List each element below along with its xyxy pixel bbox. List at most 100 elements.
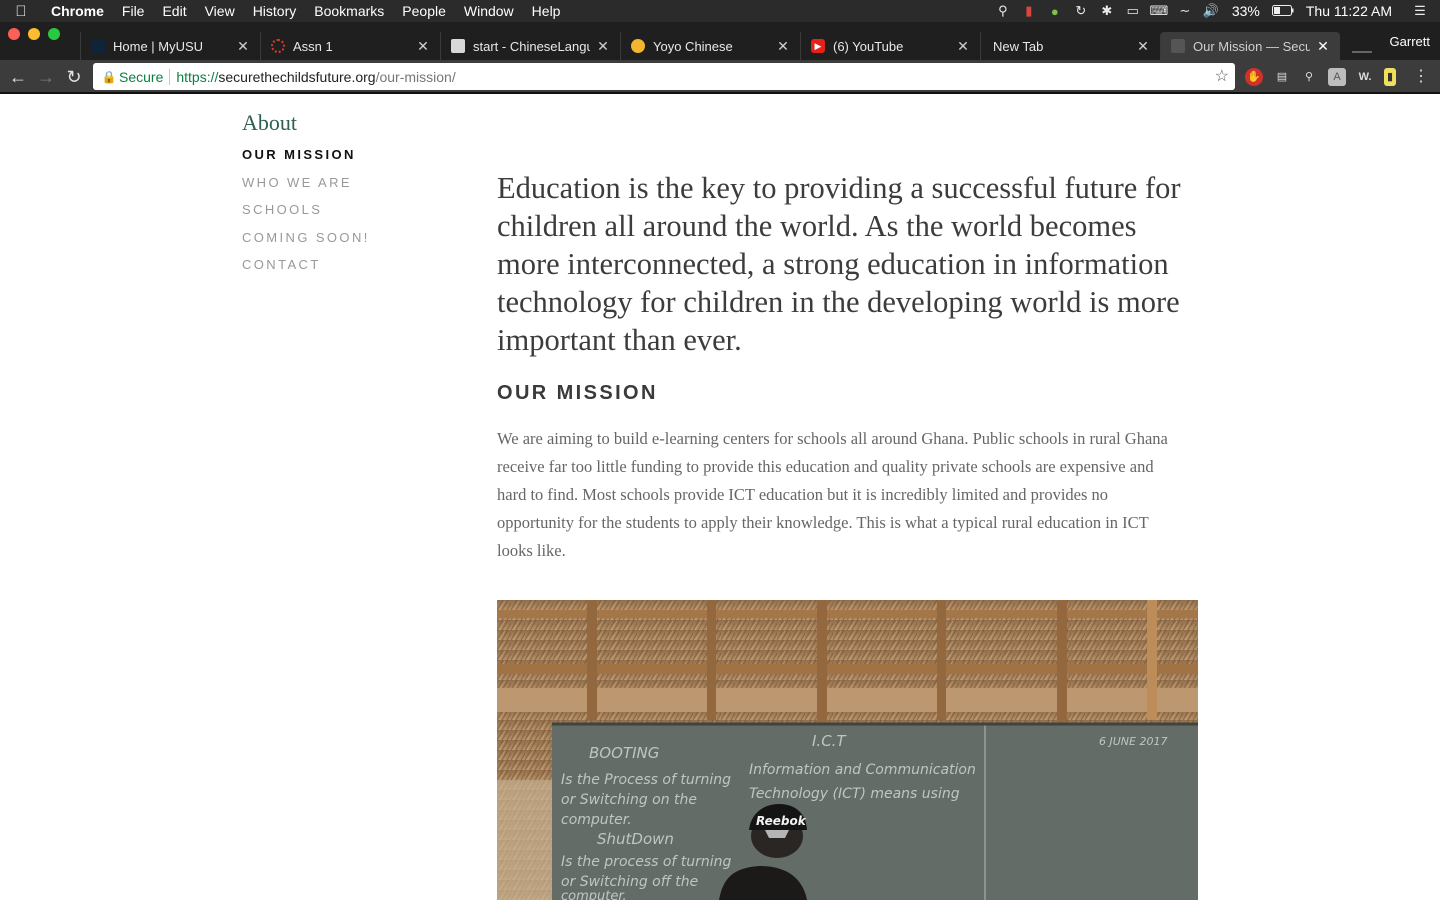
profile-name[interactable]: Garrett <box>1390 34 1430 49</box>
macos-menubar:  Chrome File Edit View History Bookmark… <box>0 0 1440 22</box>
blackboard-line: Technology (ICT) means using <box>749 786 960 802</box>
volume-icon[interactable]: 🔊 <box>1198 3 1224 19</box>
browser-toolbar: ← → ↻ 🔒 Secure https:// securethechildsf… <box>0 60 1440 94</box>
yoyo-favicon-icon <box>631 39 645 53</box>
blackboard-line: or Switching on the <box>561 792 697 808</box>
blackboard-line: computer. <box>561 889 627 900</box>
sidebar-title[interactable]: About <box>242 110 297 136</box>
blackboard-line: Is the Process of turning <box>561 772 731 788</box>
menu-help[interactable]: Help <box>523 0 570 22</box>
menu-people[interactable]: People <box>393 0 455 22</box>
tab-label: New Tab <box>993 38 1044 54</box>
url-scheme: https:// <box>176 68 219 85</box>
address-bar[interactable]: 🔒 Secure https:// securethechildsfuture.… <box>93 63 1235 90</box>
apple-menu-icon[interactable]:  <box>0 3 42 20</box>
section-heading: Our Mission <box>497 382 658 404</box>
menu-edit[interactable]: Edit <box>153 0 195 22</box>
menu-bookmarks[interactable]: Bookmarks <box>305 0 393 22</box>
tab-start-chinese[interactable]: start - ChineseLangua ✕ <box>440 32 620 60</box>
chrome-menu-icon[interactable]: ⋮ <box>1412 68 1430 86</box>
mission-body-text: We are aiming to build e-learning center… <box>497 429 1168 560</box>
wiki-favicon-icon <box>451 39 465 53</box>
blackboard-line: Is the process of turning <box>561 854 732 870</box>
adblock-extension-icon[interactable]: ✋ <box>1245 68 1263 86</box>
close-tab-icon[interactable]: ✕ <box>956 38 970 55</box>
site-favicon-icon <box>1171 39 1185 53</box>
close-tab-icon[interactable]: ✕ <box>776 38 790 55</box>
tab-label: Home | MyUSU <box>113 38 204 54</box>
blackboard-line: I.C.T <box>812 732 847 750</box>
tab-assn-1[interactable]: Assn 1 ✕ <box>260 32 440 60</box>
wifi-icon[interactable]: ∼ <box>1172 3 1198 19</box>
sidebar-item-who-we-are[interactable]: Who We Are <box>242 175 370 204</box>
tab-new-tab[interactable]: New Tab ✕ <box>980 32 1160 60</box>
evernote-icon[interactable]: ● <box>1042 4 1068 19</box>
close-tab-icon[interactable]: ✕ <box>596 38 610 55</box>
tab-our-mission-active[interactable]: Our Mission — Secure ✕ <box>1160 32 1340 60</box>
lead-paragraph: Education is the key to providing a succ… <box>497 171 1181 357</box>
lock-icon[interactable]: 🔒 <box>99 70 119 84</box>
secure-label[interactable]: Secure <box>119 69 169 85</box>
window-controls <box>8 28 60 40</box>
sidebar-nav: Our Mission Who We Are Schools Coming So… <box>242 148 370 286</box>
word-extension-icon[interactable]: W. <box>1356 68 1374 86</box>
bookmark-star-icon[interactable]: ☆ <box>1215 66 1229 86</box>
blackboard-line: BOOTING <box>589 744 659 762</box>
tab-youtube[interactable]: ▶ (6) YouTube ✕ <box>800 32 980 60</box>
forward-arrow-icon[interactable]: → <box>35 66 57 88</box>
comment-extension-icon[interactable]: ▤ <box>1273 68 1291 86</box>
tab-label: (6) YouTube <box>833 38 904 54</box>
tab-home-myusu[interactable]: Home | MyUSU ✕ <box>80 32 260 60</box>
close-tab-icon[interactable]: ✕ <box>416 38 430 55</box>
url-path: /our-mission/ <box>375 68 456 85</box>
close-window-icon[interactable] <box>8 28 20 40</box>
airplay-icon[interactable]: ▭ <box>1120 3 1146 19</box>
bluetooth-icon[interactable]: ✱ <box>1094 3 1120 19</box>
menu-view[interactable]: View <box>196 0 244 22</box>
web-page: About Our Mission Who We Are Schools Com… <box>0 96 1440 900</box>
close-tab-icon[interactable]: ✕ <box>1136 38 1150 55</box>
menubar-clock[interactable]: Thu 11:22 AM <box>1298 3 1400 19</box>
notes-app-icon[interactable]: ▮ <box>1016 3 1042 19</box>
blackboard-line: computer. <box>561 812 632 828</box>
tab-label: Yoyo Chinese <box>653 38 733 54</box>
battery-icon[interactable] <box>1268 4 1298 19</box>
sidebar-item-contact[interactable]: Contact <box>242 258 370 286</box>
note-extension-icon[interactable]: ▮ <box>1384 68 1396 86</box>
blackboard-date: 6 JUNE 2017 <box>1099 735 1167 748</box>
tab-label: start - ChineseLangua <box>473 38 590 54</box>
cap-logo: Reebok <box>756 814 807 828</box>
tab-yoyo-chinese[interactable]: Yoyo Chinese ✕ <box>620 32 800 60</box>
notification-center-icon[interactable]: ☰ <box>1400 3 1440 19</box>
url-host: securethechildsfuture.org <box>218 68 376 85</box>
spotlight-search-icon[interactable]: ⚲ <box>990 3 1016 19</box>
back-arrow-icon[interactable]: ← <box>7 66 29 88</box>
new-tab-button[interactable] <box>1342 32 1382 60</box>
battery-percent[interactable]: 33% <box>1224 3 1268 19</box>
blackboard-line: ShutDown <box>597 830 674 848</box>
menu-history[interactable]: History <box>244 0 306 22</box>
menu-app-name[interactable]: Chrome <box>42 0 113 22</box>
menu-file[interactable]: File <box>113 0 154 22</box>
time-machine-icon[interactable]: ↻ <box>1068 3 1094 19</box>
sidebar-item-our-mission[interactable]: Our Mission <box>242 148 370 176</box>
blackboard-line: or Switching off the <box>561 874 698 890</box>
reload-icon[interactable]: ↻ <box>63 66 85 88</box>
close-tab-icon[interactable]: ✕ <box>236 38 250 55</box>
blackboard-line: Information and Communication <box>749 762 976 778</box>
canvas-favicon-icon <box>271 39 285 53</box>
grammar-extension-icon[interactable]: A <box>1328 68 1346 86</box>
tab-label: Our Mission — Secure <box>1193 38 1310 54</box>
youtube-favicon-icon: ▶ <box>811 39 825 53</box>
sidebar-item-coming-soon[interactable]: Coming Soon! <box>242 230 370 259</box>
minimize-window-icon[interactable] <box>28 28 40 40</box>
close-tab-icon[interactable]: ✕ <box>1316 38 1330 55</box>
menu-window[interactable]: Window <box>455 0 523 22</box>
sidebar-item-schools[interactable]: Schools <box>242 203 370 231</box>
keyboard-icon[interactable]: ⌨ <box>1146 3 1172 19</box>
browser-tab-strip: Home | MyUSU ✕ Assn 1 ✕ start - ChineseL… <box>0 22 1440 60</box>
zoom-window-icon[interactable] <box>48 28 60 40</box>
lookup-extension-icon[interactable]: ⚲ <box>1300 68 1318 86</box>
myusu-favicon-icon <box>91 39 105 53</box>
omnibox-divider <box>169 68 171 85</box>
